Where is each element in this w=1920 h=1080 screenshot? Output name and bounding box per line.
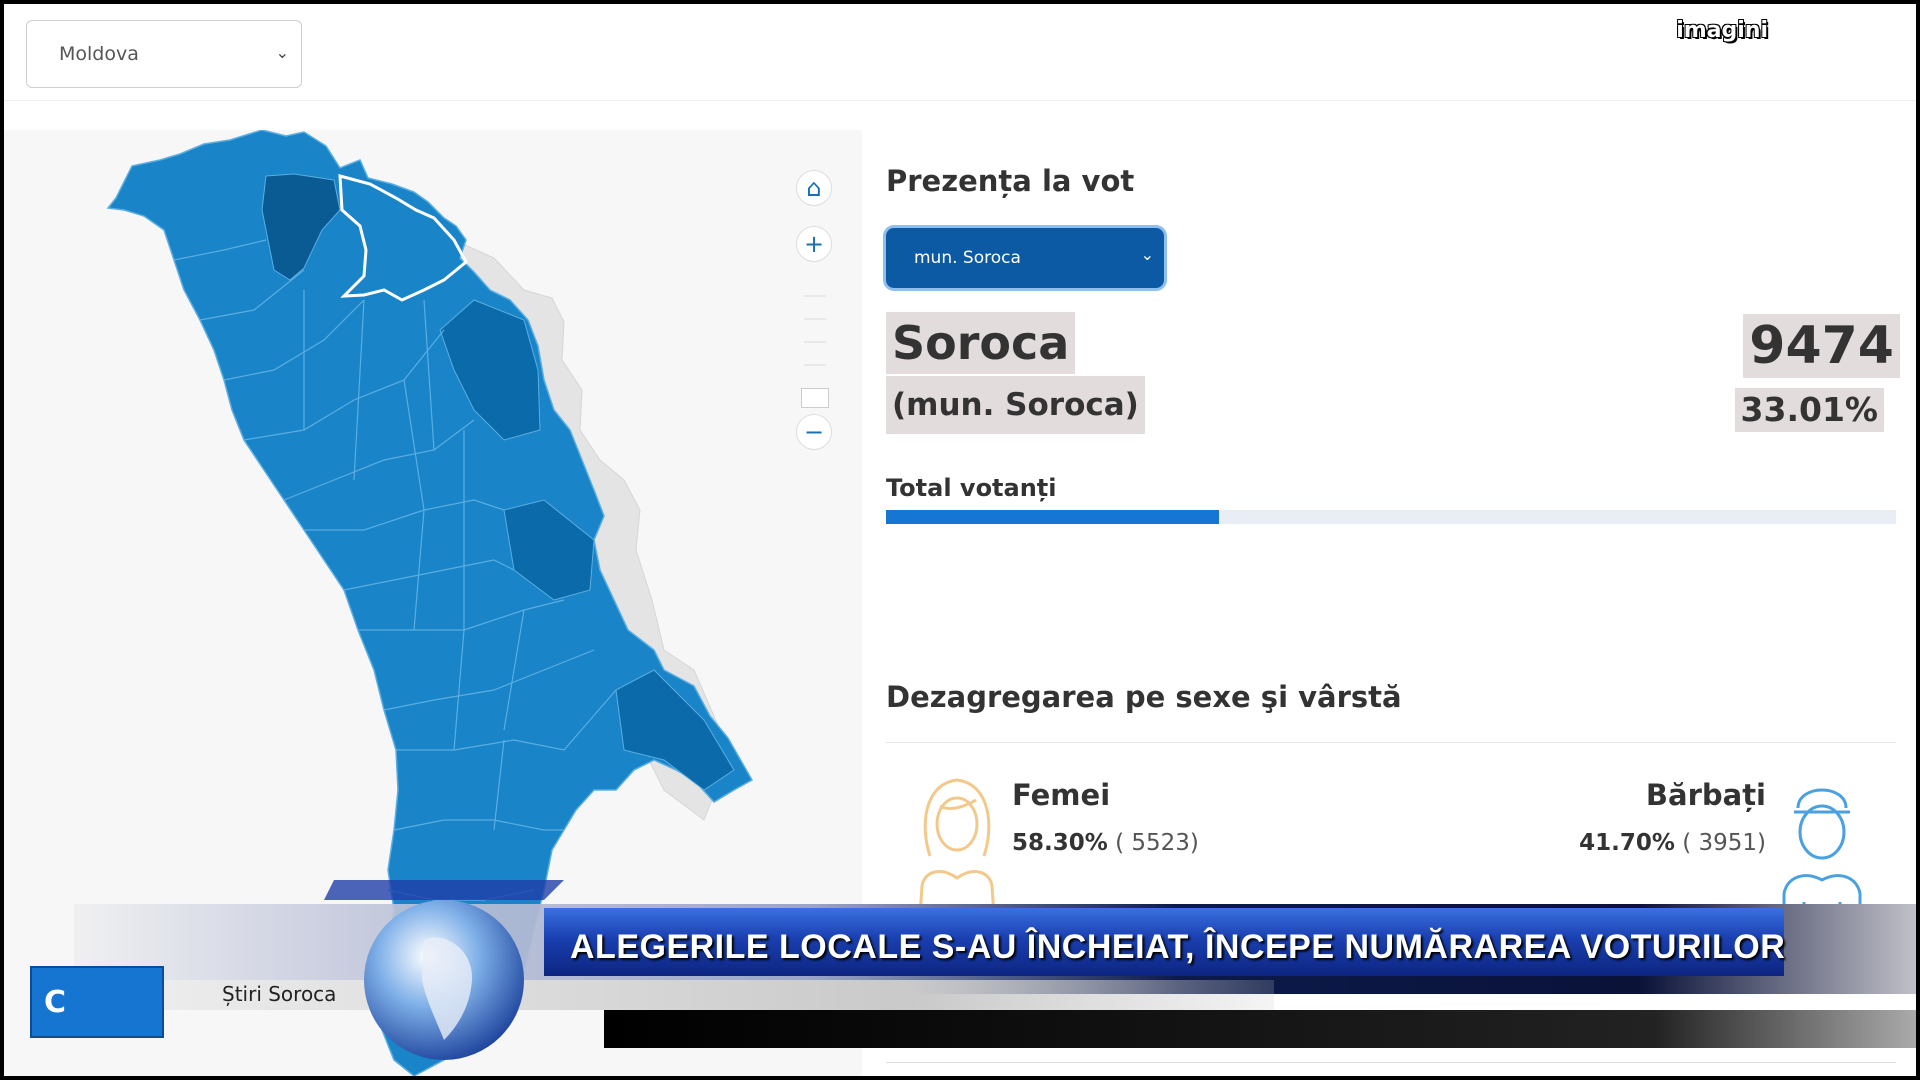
country-select-value: Moldova: [59, 43, 139, 65]
total-voters-label: Total votanți: [886, 474, 1057, 502]
chevron-down-icon: ⌄: [275, 43, 289, 62]
channel-logo: C: [30, 966, 164, 1038]
women-label: Femei: [1012, 778, 1111, 812]
men-label: Bărbați: [1645, 778, 1766, 812]
district-select-value: mun. Soroca: [914, 248, 1021, 268]
district-select[interactable]: mun. Soroca ⌄: [886, 228, 1164, 288]
men-percent: 41.70%: [1579, 830, 1675, 856]
men-stat: 41.70% ( 3951): [1579, 830, 1766, 856]
top-bar: Moldova ⌄: [4, 4, 1916, 101]
watermark: imagini: [1676, 18, 1768, 43]
zoom-slider-handle[interactable]: [801, 388, 829, 408]
women-stat: 58.30% ( 5523): [1012, 830, 1199, 856]
zoom-out-button[interactable]: −: [796, 414, 832, 450]
zoom-tick: [804, 364, 826, 366]
turnout-progress-fill: [886, 510, 1220, 524]
globe-icon: [324, 880, 564, 1060]
zoom-in-button[interactable]: +: [796, 226, 832, 262]
screen: Moldova ⌄ imagini ⌂ + − Prezența la vot …: [4, 4, 1916, 1076]
country-select[interactable]: Moldova ⌄: [26, 20, 302, 88]
women-percent: 58.30%: [1012, 830, 1108, 856]
woman-icon: [918, 778, 996, 916]
women-count: ( 5523): [1115, 830, 1199, 856]
district-name: Soroca: [886, 312, 1076, 374]
home-icon[interactable]: ⌂: [796, 170, 832, 206]
gender-heading: Dezagregarea pe sexe şi vârstă: [886, 680, 1402, 714]
turnout-progress-track: [886, 510, 1896, 524]
turnout-heading: Prezența la vot: [886, 164, 1135, 198]
divider: [886, 742, 1896, 743]
men-count: ( 3951): [1682, 830, 1766, 856]
chevron-down-icon: ⌄: [1140, 245, 1154, 264]
broadcast-headline: ALEGERILE LOCALE S-AU ÎNCHEIAT, ÎNCEPE N…: [570, 928, 1786, 966]
district-subtitle: (mun. Soroca): [886, 376, 1145, 434]
divider: [886, 1062, 1896, 1063]
voters-percent: 33.01%: [1734, 388, 1884, 432]
broadcast-dark-strip: [604, 1010, 1916, 1048]
zoom-tick: [804, 318, 826, 320]
voters-count: 9474: [1743, 314, 1900, 378]
zoom-tick: [804, 295, 826, 297]
man-icon: [1782, 788, 1862, 926]
zoom-tick: [804, 341, 826, 343]
